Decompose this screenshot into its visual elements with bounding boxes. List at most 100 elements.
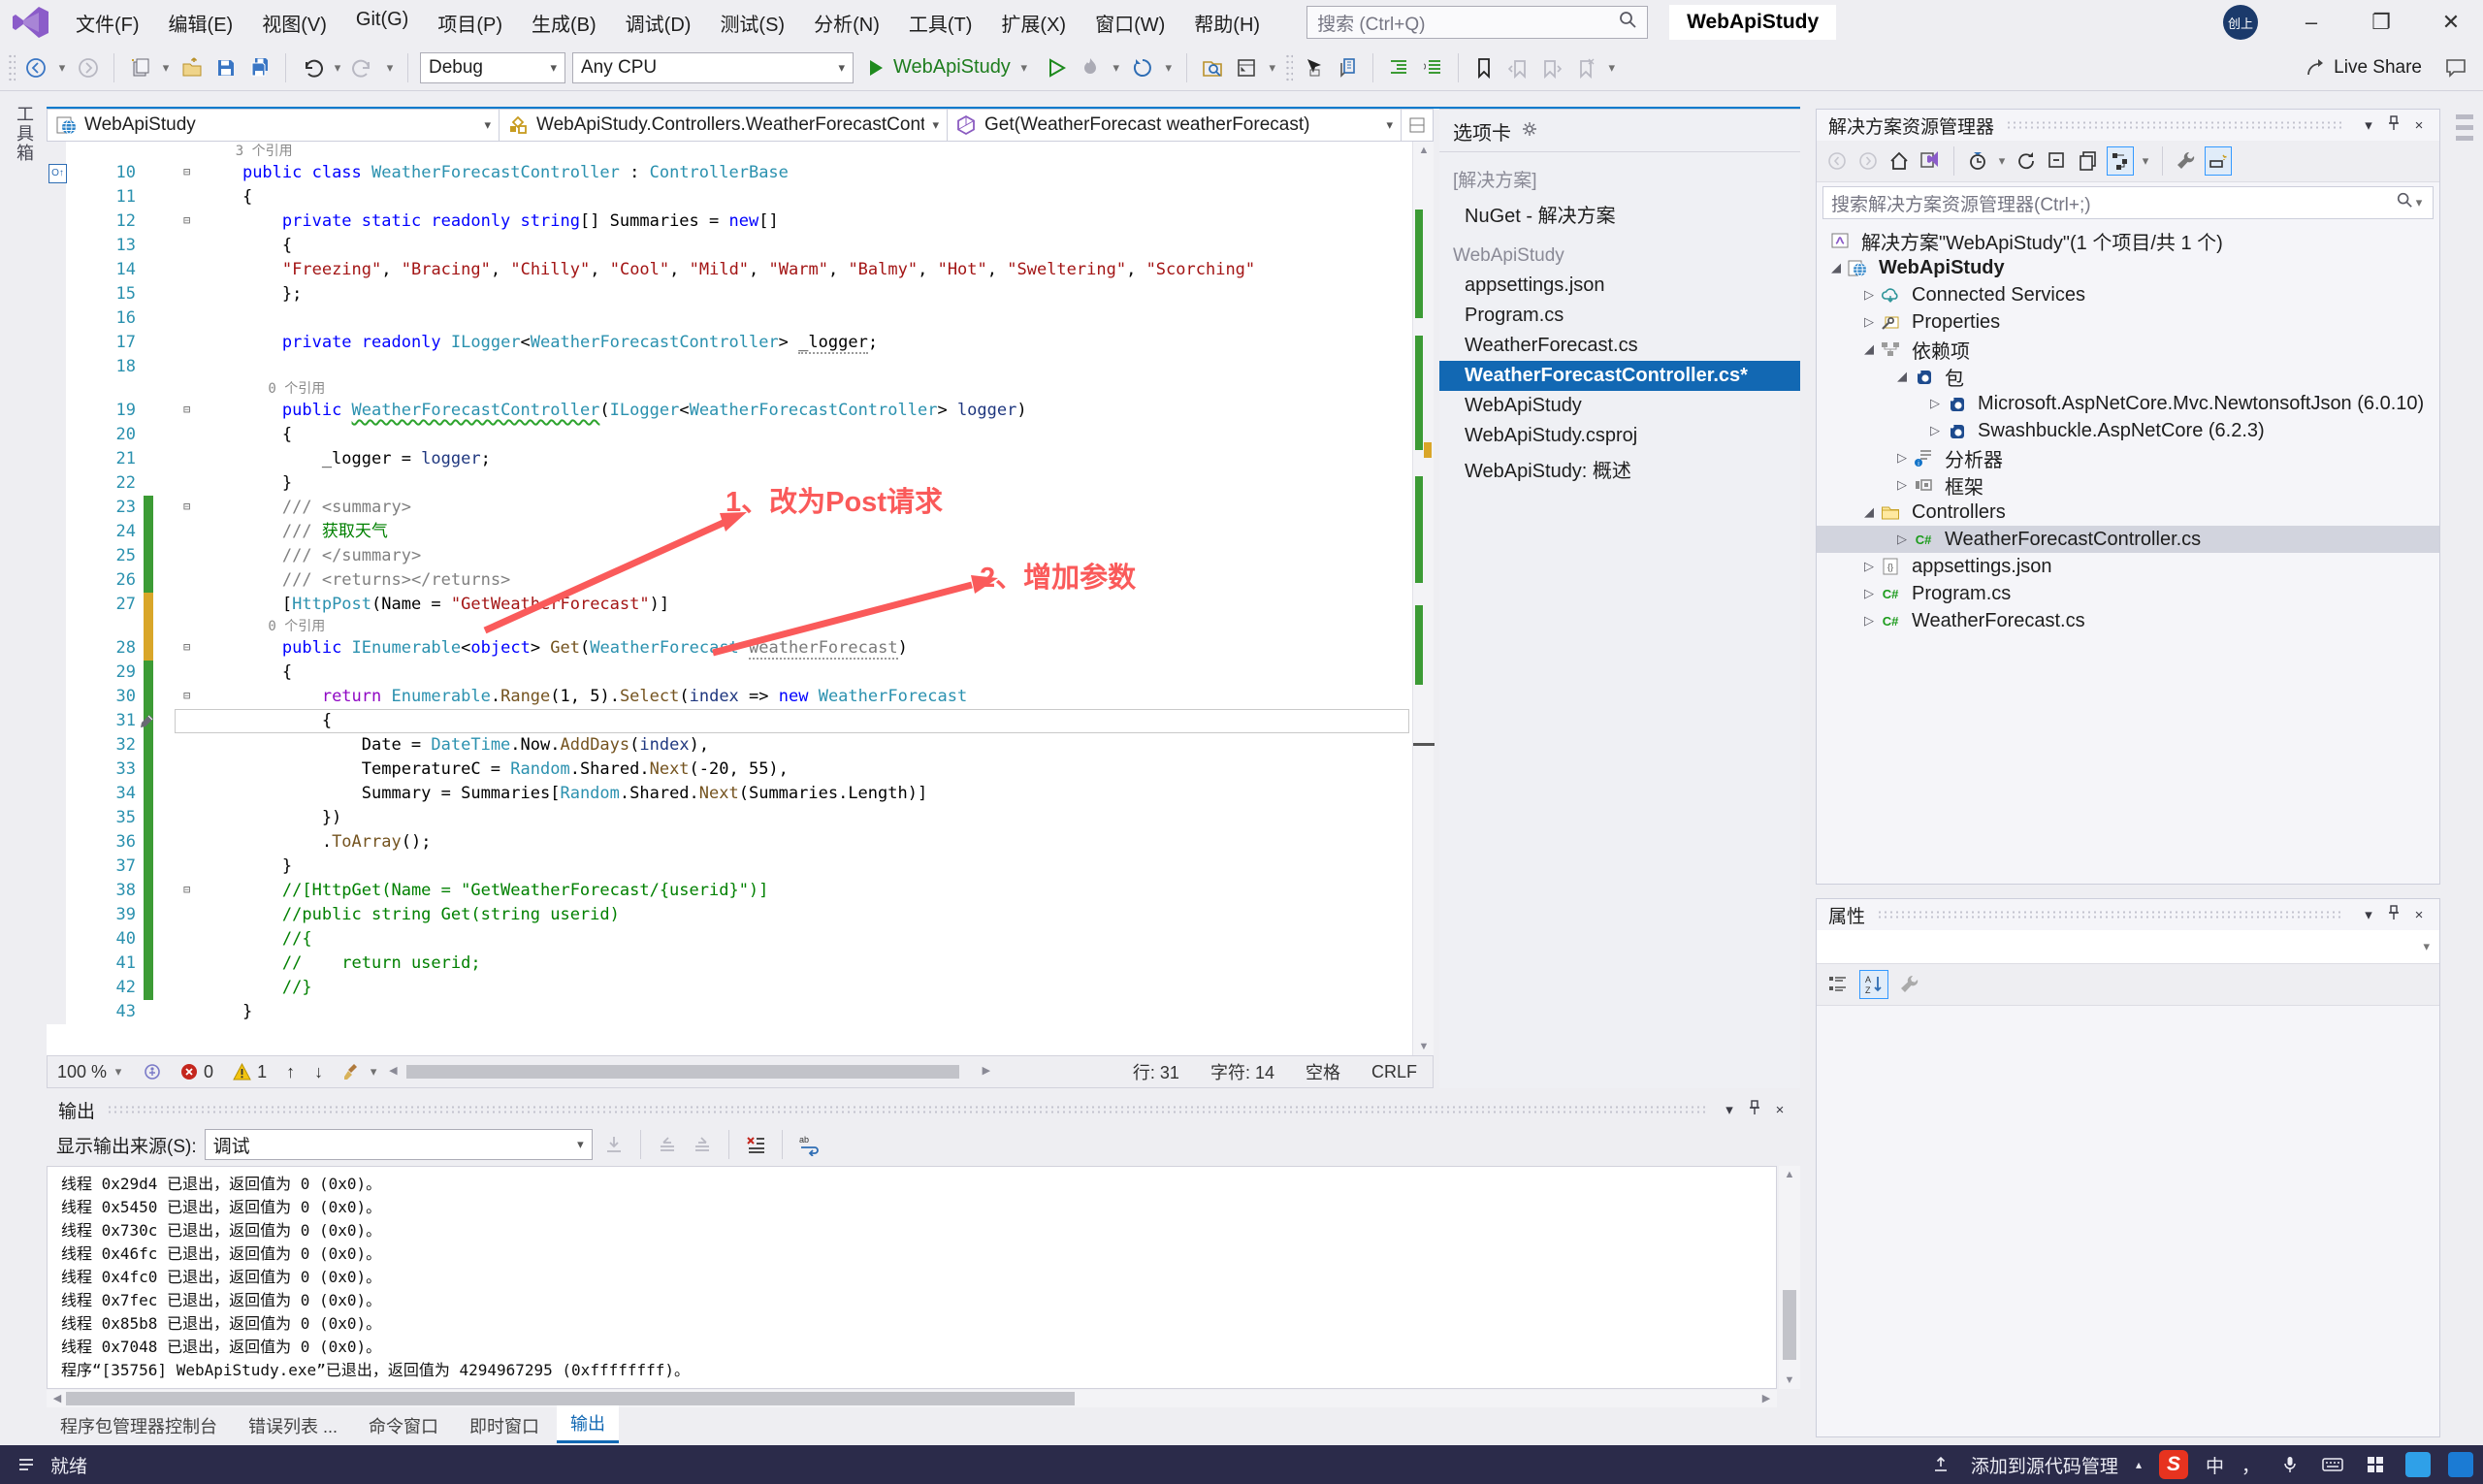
pin-icon[interactable] xyxy=(1742,1100,1767,1119)
restart-dropdown[interactable]: ▾ xyxy=(1163,60,1175,76)
source-control-dropdown[interactable]: ▴ xyxy=(2136,1458,2142,1471)
feedback-icon[interactable] xyxy=(2442,54,2469,81)
menu-item[interactable]: 帮助(H) xyxy=(1182,5,1272,41)
menu-item[interactable]: 窗口(W) xyxy=(1083,5,1177,41)
undo-icon[interactable] xyxy=(298,54,325,81)
editor-horizontal-scrollbar[interactable]: ◀ ▶ xyxy=(389,1056,990,1087)
sogou-ime-icon[interactable]: S xyxy=(2158,1450,2188,1479)
redo-icon[interactable] xyxy=(350,54,377,81)
indent-mode[interactable]: 空格 xyxy=(1290,1059,1356,1084)
show-all-files-icon[interactable] xyxy=(2076,147,2101,175)
window-layout-dropdown[interactable]: ▾ xyxy=(1267,60,1278,76)
document-tab[interactable]: WeatherForecast.cs xyxy=(1439,331,1800,361)
tree-item[interactable]: ▷ Connected Services xyxy=(1817,281,2439,308)
menu-item[interactable]: 编辑(E) xyxy=(157,5,245,41)
tree-item[interactable]: ▷ Properties xyxy=(1817,308,2439,336)
search-icon[interactable] xyxy=(1618,10,1637,35)
start-without-debugging-icon[interactable] xyxy=(1043,54,1070,81)
restore-button[interactable]: ❐ xyxy=(2365,10,2398,35)
tree-item[interactable]: ▷ {} appsettings.json xyxy=(1817,553,2439,580)
sync-with-active-document-icon[interactable] xyxy=(2107,146,2134,176)
bottom-tab[interactable]: 错误列表 ... xyxy=(235,1408,351,1443)
jump-to-message-icon[interactable] xyxy=(600,1131,628,1158)
navigate-back-dropdown[interactable]: ▾ xyxy=(56,60,68,76)
pin-icon[interactable] xyxy=(2381,115,2406,135)
tree-item[interactable]: ▷ C# WeatherForecastController.cs xyxy=(1817,526,2439,553)
switch-views-icon[interactable] xyxy=(1918,147,1943,175)
microphone-icon[interactable] xyxy=(2277,1452,2303,1477)
menu-item[interactable]: 文件(F) xyxy=(64,5,151,41)
chevron-collapsed-icon[interactable]: ▷ xyxy=(1857,586,1881,601)
previous-issue-icon[interactable]: ↑ xyxy=(276,1062,305,1082)
tree-item[interactable]: ▷ C# Program.cs xyxy=(1817,580,2439,607)
type-dropdown[interactable]: WebApiStudy.Controllers.WeatherForecastC… xyxy=(500,110,948,141)
hot-reload-icon[interactable] xyxy=(1077,54,1104,81)
increase-indent-icon[interactable] xyxy=(1419,54,1446,81)
tree-item[interactable]: ▷ Microsoft.AspNetCore.Mvc.NewtonsoftJson… xyxy=(1817,390,2439,417)
taskbar-app-icon-1[interactable] xyxy=(2405,1452,2431,1477)
next-bookmark-icon[interactable] xyxy=(1538,54,1565,81)
chevron-collapsed-icon[interactable]: ▷ xyxy=(1890,477,1914,493)
tree-item[interactable]: ▷ i 分析器 xyxy=(1817,444,2439,471)
chevron-collapsed-icon[interactable]: ▷ xyxy=(1857,314,1881,330)
next-message-icon[interactable] xyxy=(689,1131,716,1158)
line-ending[interactable]: CRLF xyxy=(1356,1059,1433,1084)
health-indicator-icon[interactable] xyxy=(134,1063,171,1081)
document-tab[interactable]: WebApiStudy xyxy=(1439,391,1800,421)
quick-search-input[interactable]: 搜索 (Ctrl+Q) xyxy=(1306,6,1649,39)
copy-structure-icon[interactable] xyxy=(1334,54,1361,81)
chevron-collapsed-icon[interactable]: ▷ xyxy=(1857,287,1881,303)
properties-wrench-icon[interactable] xyxy=(2174,147,2199,175)
decrease-indent-icon[interactable] xyxy=(1385,54,1412,81)
close-icon[interactable]: × xyxy=(2406,117,2432,134)
menu-item[interactable]: 扩展(X) xyxy=(989,5,1078,41)
ime-mode-indicator[interactable]: 中 xyxy=(2206,1452,2224,1478)
new-project-icon[interactable] xyxy=(126,54,153,81)
document-tab[interactable]: WeatherForecastController.cs* xyxy=(1439,361,1800,391)
home-icon[interactable] xyxy=(1886,147,1912,175)
tree-item[interactable]: ◢ Controllers xyxy=(1817,499,2439,526)
menu-item[interactable]: 视图(V) xyxy=(250,5,339,41)
soft-keyboard-icon[interactable] xyxy=(2320,1452,2345,1477)
preview-selected-items-icon[interactable] xyxy=(2205,146,2232,176)
chevron-collapsed-icon[interactable]: ▷ xyxy=(1857,559,1881,574)
zoom-dropdown[interactable]: 100 % ▾ xyxy=(48,1062,134,1082)
project-dropdown[interactable]: WebApiStudy ▾ xyxy=(48,110,500,141)
close-icon[interactable]: × xyxy=(1767,1102,1792,1118)
ime-punctuation-icon[interactable]: ， xyxy=(2241,1452,2260,1478)
chevron-expanded-icon[interactable]: ◢ xyxy=(1857,341,1881,357)
minimize-button[interactable]: – xyxy=(2295,10,2328,35)
se-forward-icon[interactable] xyxy=(1855,147,1881,175)
toggle-bookmark-icon[interactable] xyxy=(1470,54,1498,81)
document-tab[interactable]: appsettings.json xyxy=(1439,271,1800,301)
refresh-icon[interactable] xyxy=(2014,147,2039,175)
tree-item[interactable]: ◢ 依赖项 xyxy=(1817,336,2439,363)
code-cleanup-icon[interactable]: ▾ xyxy=(333,1062,389,1081)
pin-icon[interactable] xyxy=(2381,905,2406,924)
window-position-icon[interactable]: ▾ xyxy=(2356,116,2381,134)
undo-dropdown[interactable]: ▾ xyxy=(332,60,343,76)
output-vertical-scrollbar[interactable]: ▲ ▼ xyxy=(1779,1166,1800,1389)
properties-object-dropdown[interactable]: ▾ xyxy=(1817,930,2439,964)
platform-dropdown[interactable]: Any CPU ▾ xyxy=(572,51,854,83)
document-tab[interactable]: Program.cs xyxy=(1439,301,1800,331)
pending-changes-filter-icon[interactable] xyxy=(1965,147,1990,175)
document-tab[interactable]: NuGet - 解决方案 xyxy=(1439,196,1800,232)
tree-item[interactable]: ◢ WebApiStudy xyxy=(1817,254,2439,281)
warning-count[interactable]: 1 xyxy=(223,1062,276,1082)
menu-item[interactable]: 测试(S) xyxy=(708,5,796,41)
add-to-source-control-icon[interactable] xyxy=(1928,1452,1953,1477)
chevron-collapsed-icon[interactable]: ▷ xyxy=(1890,532,1914,547)
error-count[interactable]: 0 xyxy=(171,1062,223,1082)
close-button[interactable]: ✕ xyxy=(2435,10,2467,35)
toolbar-grip[interactable] xyxy=(8,52,16,82)
alphabetical-sort-icon[interactable]: AZ xyxy=(1859,970,1888,999)
bottom-tab[interactable]: 输出 xyxy=(557,1405,620,1443)
split-editor-button[interactable] xyxy=(1402,110,1433,141)
navigate-backward-icon[interactable] xyxy=(22,54,49,81)
save-all-icon[interactable] xyxy=(246,54,274,81)
new-project-dropdown[interactable]: ▾ xyxy=(160,60,172,76)
collapse-all-icon[interactable] xyxy=(2045,147,2070,175)
output-source-dropdown[interactable]: 调试 ▾ xyxy=(204,1129,593,1160)
tree-item[interactable]: 解决方案"WebApiStudy"(1 个项目/共 1 个) xyxy=(1817,227,2439,254)
